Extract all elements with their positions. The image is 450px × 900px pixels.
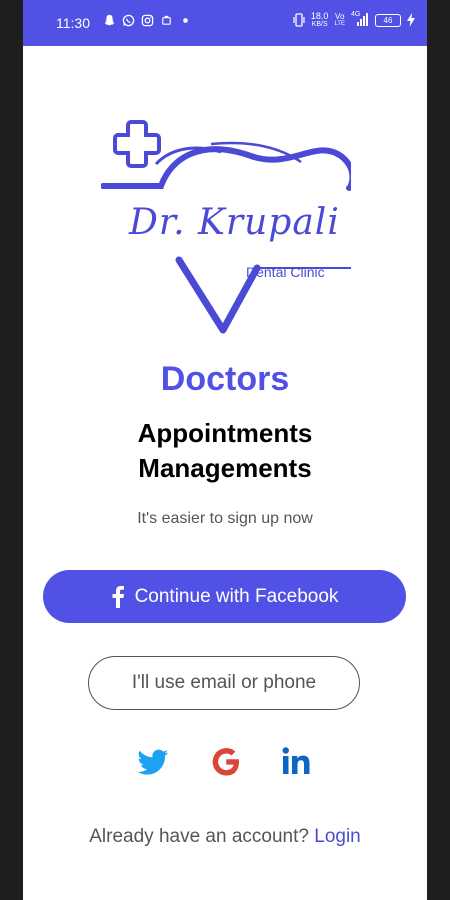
facebook-icon [112, 585, 124, 608]
account-prompt: Already have an account? [89, 826, 309, 847]
net-speed-value: 18.0 [310, 11, 329, 21]
volte-bottom: LTE [334, 21, 345, 27]
tagline: It's easier to sign up now [137, 510, 313, 527]
login-link[interactable]: Login [314, 826, 361, 847]
facebook-button-label: Continue with Facebook [134, 585, 339, 607]
volte-top: Vo [335, 12, 345, 21]
twitter-icon[interactable] [135, 744, 171, 780]
net-speed-unit: KB/S [311, 21, 328, 28]
notification-icon [162, 15, 171, 25]
dot-icon [183, 18, 188, 23]
account-row: Already have an account? Login [23, 826, 427, 848]
subtitle-line-2: Managements [138, 453, 312, 483]
network-signal: 4G [351, 11, 369, 27]
logo-subtitle: Dental Clinic [246, 264, 325, 280]
app-screen: 11:30 18.0 KB/S Vo LTE 4G 46 Dr. Krupali… [23, 0, 427, 900]
whatsapp-icon [122, 14, 135, 27]
clinic-logo: Dr. Krupali Dental Clinic [101, 118, 351, 338]
status-left-icons [103, 14, 192, 27]
signal-icon [357, 13, 368, 26]
vibrate-icon [293, 13, 305, 27]
battery-indicator: 46 [375, 13, 401, 27]
volte-indicator: Vo LTE [334, 12, 345, 28]
status-right-icons: 18.0 KB/S Vo LTE 4G 46 [293, 11, 415, 29]
email-phone-button[interactable]: I'll use email or phone [88, 656, 360, 710]
status-time: 11:30 [56, 15, 90, 31]
instagram-icon [141, 14, 154, 27]
snapchat-icon [104, 14, 115, 26]
email-button-label: I'll use email or phone [131, 672, 317, 693]
status-bar: 11:30 18.0 KB/S Vo LTE 4G 46 [23, 0, 427, 46]
linkedin-icon[interactable] [279, 744, 315, 780]
google-icon[interactable] [208, 744, 244, 780]
net-speed: 18.0 KB/S [310, 11, 329, 29]
page-title: Doctors [160, 360, 290, 398]
continue-facebook-button[interactable]: Continue with Facebook [43, 570, 406, 623]
logo-name: Dr. Krupali [129, 202, 340, 243]
charging-icon [407, 13, 415, 27]
subtitle-line-1: Appointments [137, 418, 313, 448]
